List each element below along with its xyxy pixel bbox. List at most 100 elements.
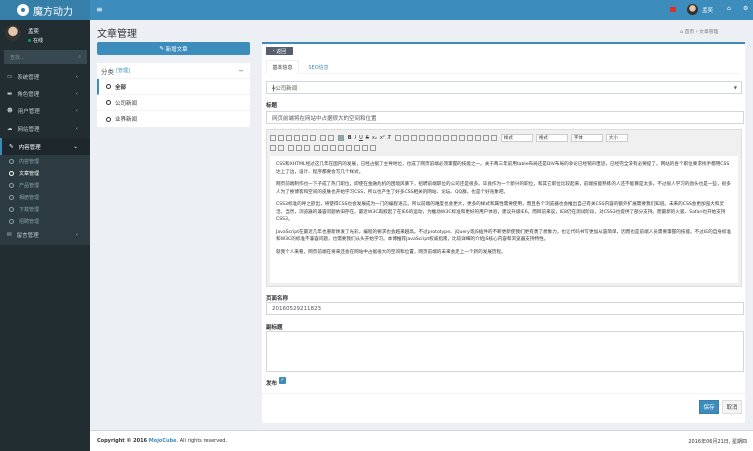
copyright-text: Copyright © 2016 — [97, 438, 149, 444]
brand-link[interactable]: MojoCube — [149, 438, 177, 444]
circle-icon — [9, 194, 14, 200]
format-select[interactable]: 格式 — [535, 133, 568, 142]
cut-icon[interactable] — [319, 134, 326, 141]
sidebar-item-roles[interactable]: ▬ 角色管理 ‹ — [0, 85, 90, 102]
tabs: 基本信息 SEO信息 — [266, 60, 741, 74]
header-avatar[interactable] — [687, 4, 698, 15]
copy-icon[interactable] — [327, 134, 334, 141]
bg-color-icon[interactable] — [278, 144, 284, 151]
unlink-icon[interactable] — [295, 144, 302, 151]
save-icon[interactable] — [278, 134, 284, 141]
roles-icon: ▬ — [7, 90, 13, 97]
sidebar-item-users[interactable]: ☻ 用户管理 ‹ — [0, 102, 90, 119]
category-item[interactable]: 公司新闻 — [97, 95, 250, 111]
image-icon[interactable] — [337, 134, 344, 141]
language-icon[interactable] — [490, 134, 497, 141]
new-page-icon[interactable] — [286, 134, 292, 141]
cancel-button[interactable]: 取消 — [722, 400, 742, 414]
submenu-item-articles[interactable]: 文章管理 — [0, 167, 90, 179]
rtl-icon[interactable] — [482, 134, 489, 141]
submenu-label: 相册管理 — [19, 194, 40, 201]
category-manage-link[interactable]: [管理] — [116, 67, 130, 74]
font-select[interactable]: 字体 — [570, 133, 603, 142]
subscript-icon[interactable]: x₂ — [372, 135, 377, 141]
sidebar-search-input[interactable]: 查找... ⌕ — [4, 50, 87, 64]
styles-select[interactable]: 样式 — [500, 133, 533, 142]
print-icon[interactable] — [302, 134, 308, 141]
sidebar-item-website[interactable]: ☁ 网站管理 ‹ — [0, 120, 90, 137]
align-left-icon[interactable] — [442, 134, 449, 141]
link-icon[interactable] — [287, 144, 294, 151]
circle-icon — [9, 206, 14, 212]
category-item-all[interactable]: 全部 — [97, 79, 250, 95]
align-center-icon[interactable] — [450, 134, 457, 141]
flag-icon[interactable] — [670, 7, 676, 12]
preview-icon[interactable] — [294, 134, 300, 141]
superscript-icon[interactable]: x² — [380, 135, 385, 141]
outdent-icon[interactable] — [410, 134, 417, 141]
category-item[interactable]: 业界新闻 — [97, 111, 250, 127]
app-logo[interactable]: 魔方动力 — [0, 0, 90, 20]
submenu-item[interactable]: 产品管理 — [0, 179, 90, 191]
breadcrumb: ⌂ 首页 › 文章管理 — [680, 30, 719, 35]
title-input[interactable]: 网页前端将在网站中占据很大的空间和位置 — [266, 111, 744, 124]
source-icon[interactable] — [270, 134, 276, 141]
size-select[interactable]: 大小 — [605, 133, 628, 142]
submenu-item[interactable]: 相册管理 — [0, 191, 90, 203]
bold-icon[interactable]: B — [348, 135, 352, 141]
text-color-icon[interactable] — [270, 144, 276, 151]
tab-basic-info[interactable]: 基本信息 — [266, 60, 299, 74]
save-button[interactable]: 保存 — [699, 400, 719, 414]
anchor-icon[interactable] — [303, 144, 310, 151]
bulleted-list-icon[interactable] — [402, 134, 409, 141]
breadcrumb-home[interactable]: 首页 — [685, 30, 695, 35]
sidebar-item-system[interactable]: ▭ 系统管理 ‹ — [0, 68, 90, 85]
table-icon[interactable] — [329, 144, 336, 151]
iframe-icon[interactable] — [369, 144, 376, 151]
back-button[interactable]: ‹ 返回 — [266, 47, 293, 55]
user-name: 孟奕 — [28, 29, 40, 35]
settings-icon[interactable]: ⚙ — [743, 5, 748, 12]
publish-checkbox[interactable]: ✓ — [279, 377, 286, 384]
sidebar-item-content[interactable]: ✎ 内容管理 ⌄ — [0, 138, 90, 155]
collapse-icon[interactable]: − — [239, 67, 244, 75]
remove-format-icon[interactable]: T̸ — [388, 135, 391, 141]
blockquote-icon[interactable] — [426, 134, 433, 141]
cloud-icon: ☁ — [7, 125, 13, 132]
hr-icon[interactable] — [337, 144, 344, 151]
ltr-icon[interactable] — [474, 134, 481, 141]
special-char-icon[interactable] — [353, 144, 360, 151]
align-right-icon[interactable] — [458, 134, 465, 141]
divider — [262, 393, 745, 394]
page-name-input[interactable]: 20160529211823 — [266, 302, 744, 315]
category-label: 公司新闻 — [115, 100, 138, 107]
category-select[interactable]: ╋公司新闻 ▼ — [266, 81, 742, 94]
strike-icon[interactable]: S — [366, 135, 369, 141]
sidebar-item-messages[interactable]: ✉ 留言管理 ‹ — [0, 226, 90, 243]
page-break-icon[interactable] — [361, 144, 368, 151]
underline-icon[interactable]: U — [359, 135, 363, 141]
submenu-item[interactable]: 下载管理 — [0, 203, 90, 215]
subtitle-textarea[interactable] — [266, 331, 744, 372]
new-article-button[interactable]: ✎ 新增文章 — [97, 42, 250, 55]
div-icon[interactable] — [434, 134, 441, 141]
smiley-icon[interactable] — [345, 144, 352, 151]
sidebar-toggle-icon[interactable]: ≡ — [96, 5, 103, 14]
header-user-name[interactable]: 孟奕 — [702, 6, 713, 14]
insert-image-icon[interactable] — [313, 144, 320, 151]
flash-icon[interactable] — [321, 144, 328, 151]
italic-icon[interactable]: I — [355, 135, 356, 141]
editor-content[interactable]: CSS和XHTML经过这几年在国内的发展，已经占据了主导地位，也成了网页前端必须… — [270, 156, 738, 283]
rich-text-editor: B I U Sx₂ x² T̸ 样式 格式 字体 大小 CSS和XHTML经过这几年在国内的发展… — [266, 129, 742, 287]
submenu-item[interactable]: 内容管理 — [0, 155, 90, 167]
numbered-list-icon[interactable] — [394, 134, 401, 141]
category-title: 分类 — [101, 67, 114, 76]
search-icon[interactable]: ⌕ — [78, 54, 81, 60]
chevron-left-icon: ‹ — [75, 125, 78, 132]
tab-seo-info[interactable]: SEO信息 — [301, 60, 336, 74]
home-icon[interactable]: ⌂ — [727, 5, 731, 12]
template-icon[interactable] — [310, 134, 316, 141]
indent-icon[interactable] — [418, 134, 425, 141]
justify-icon[interactable] — [466, 134, 473, 141]
circle-icon — [106, 100, 111, 105]
